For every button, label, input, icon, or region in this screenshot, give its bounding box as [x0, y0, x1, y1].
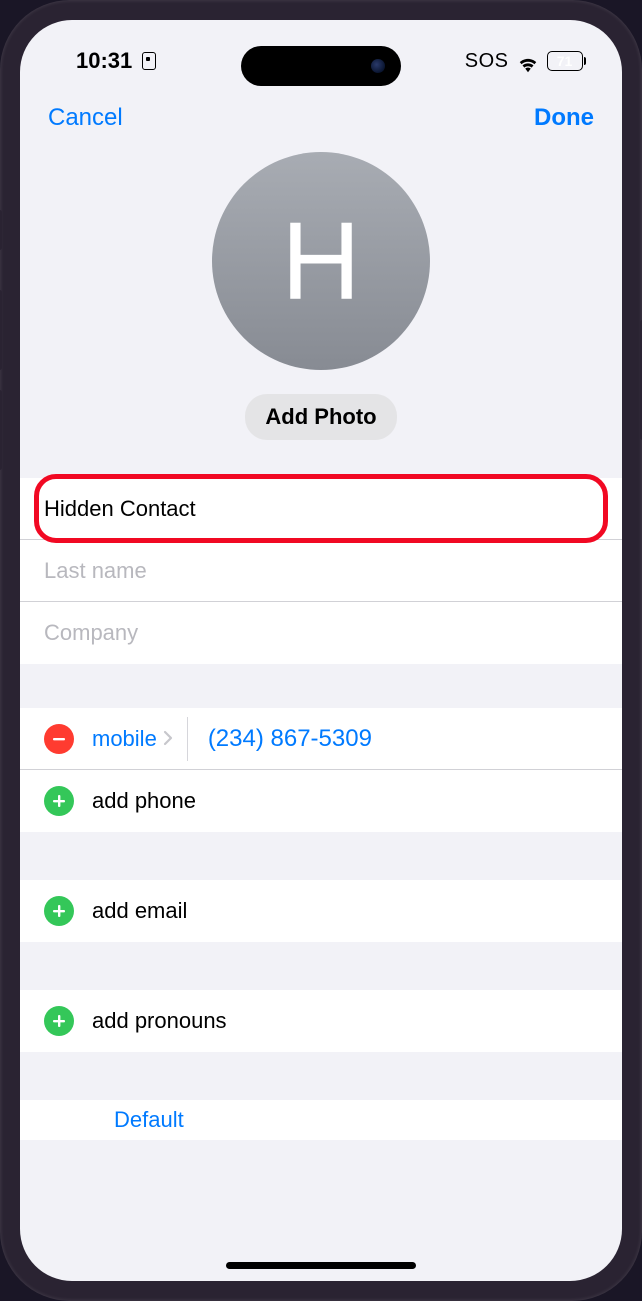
volume-up — [0, 290, 2, 370]
silence-switch — [0, 210, 2, 250]
pronouns-section: add pronouns — [20, 990, 622, 1052]
phone-frame: 10:31 SOS 71 Cancel Done — [0, 0, 642, 1301]
sim-icon — [142, 52, 156, 70]
sos-indicator: SOS — [465, 50, 509, 73]
add-pronouns-label: add pronouns — [92, 1008, 227, 1034]
done-button[interactable]: Done — [534, 104, 594, 132]
add-pronouns-row[interactable]: add pronouns — [20, 990, 622, 1052]
wifi-icon — [517, 53, 539, 70]
add-phone-button[interactable] — [44, 786, 74, 816]
avatar-section: H Add Photo — [20, 136, 622, 458]
divider — [187, 717, 188, 761]
name-section — [20, 478, 622, 664]
avatar-initial: H — [281, 198, 360, 325]
chevron-right-icon — [163, 726, 173, 752]
cancel-button[interactable]: Cancel — [48, 104, 123, 132]
tone-section: Default — [20, 1100, 622, 1140]
last-name-input[interactable] — [44, 558, 598, 584]
add-email-button[interactable] — [44, 896, 74, 926]
dynamic-island — [241, 46, 401, 86]
contact-avatar[interactable]: H — [212, 152, 430, 370]
first-name-row[interactable] — [20, 478, 622, 540]
front-camera — [371, 59, 385, 73]
volume-down — [0, 390, 2, 470]
add-photo-button[interactable]: Add Photo — [245, 394, 396, 440]
tone-default: Default — [114, 1107, 184, 1133]
add-email-row[interactable]: add email — [20, 880, 622, 942]
battery-indicator: 71 — [547, 51, 587, 71]
nav-header: Cancel Done — [20, 84, 622, 136]
add-phone-row[interactable]: add phone — [20, 770, 622, 832]
remove-phone-button[interactable] — [44, 724, 74, 754]
phone-number-value[interactable]: (234) 867-5309 — [208, 725, 372, 753]
screen: 10:31 SOS 71 Cancel Done — [20, 20, 622, 1281]
battery-level: 71 — [557, 53, 573, 69]
first-name-input[interactable] — [44, 496, 598, 522]
add-pronouns-button[interactable] — [44, 1006, 74, 1036]
tone-row[interactable]: Default — [20, 1100, 622, 1140]
home-indicator[interactable] — [226, 1262, 416, 1269]
phone-type-label[interactable]: mobile — [92, 726, 157, 752]
phone-section: mobile (234) 867-5309 add phone — [20, 708, 622, 832]
add-email-label: add email — [92, 898, 187, 924]
phone-entry-row[interactable]: mobile (234) 867-5309 — [20, 708, 622, 770]
company-input[interactable] — [44, 620, 598, 646]
company-row[interactable] — [20, 602, 622, 664]
status-time: 10:31 — [76, 48, 132, 74]
email-section: add email — [20, 880, 622, 942]
last-name-row[interactable] — [20, 540, 622, 602]
add-phone-label: add phone — [92, 788, 196, 814]
